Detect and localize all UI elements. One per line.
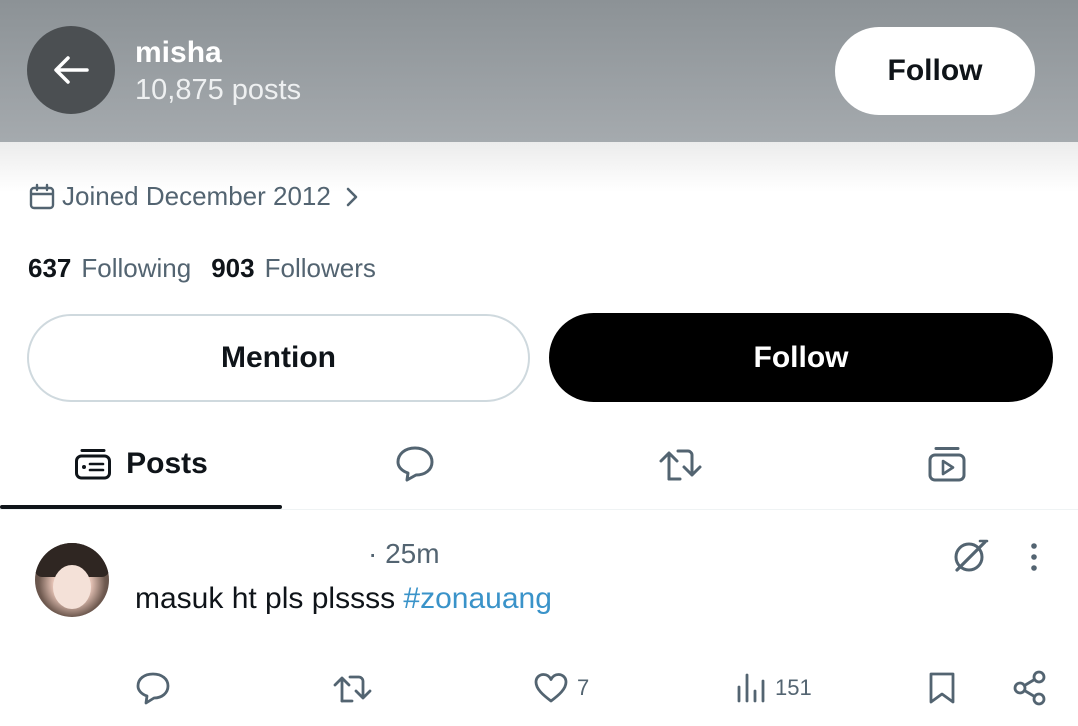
reply-icon [136,672,170,705]
chevron-right-icon [346,187,358,206]
reposts-icon [659,449,702,481]
posts-icon [75,449,112,480]
following-link[interactable]: 637 Following [28,253,191,284]
back-button[interactable] [27,26,115,114]
joined-date-row[interactable]: Joined December 2012 [28,181,361,212]
reply-button[interactable] [135,664,171,712]
followers-link[interactable]: 903 Followers [211,253,376,284]
profile-header: misha 10,875 posts Follow [0,0,1078,142]
active-tab-indicator [0,505,282,509]
views-icon [737,673,765,703]
tab-posts[interactable]: Posts [0,420,282,508]
more-options-icon[interactable] [1022,540,1046,574]
post-body: masuk ht pls plssss [135,582,404,615]
joined-date-text: Joined December 2012 [62,181,331,211]
followers-label: Followers [264,253,376,283]
bookmark-button[interactable] [925,664,959,712]
share-button[interactable] [1012,664,1048,712]
repost-button[interactable] [332,664,374,712]
post-actions: 7 151 [0,664,1078,714]
bookmark-icon [929,672,955,704]
header-username: misha [135,36,222,69]
post-avatar[interactable] [35,543,109,617]
views-button[interactable]: 151 [735,664,812,712]
following-label: Following [81,253,192,283]
tab-media[interactable] [902,420,992,508]
like-count: 7 [577,675,590,700]
follow-button[interactable]: Follow [549,313,1053,402]
post-text: masuk ht pls plssss #zonauang [135,582,552,616]
post-hashtag[interactable]: #zonauang [403,582,551,615]
heart-icon [534,673,568,703]
repost-icon [333,675,372,703]
profile-tabs: Posts [0,420,1078,510]
mention-button[interactable]: Mention [27,314,530,402]
header-posts-count: 10,875 posts [135,74,302,106]
calendar-icon [29,183,55,209]
like-button[interactable]: 7 [533,664,589,712]
tab-posts-label: Posts [126,447,208,480]
share-icon [1013,670,1046,706]
tab-reposts[interactable] [636,420,726,508]
media-icon [928,447,966,482]
replies-icon [396,446,434,482]
grok-icon[interactable] [950,536,990,576]
follow-stats: 637 Following 903 Followers [28,253,376,284]
followers-count: 903 [211,253,255,283]
post-timestamp[interactable]: · 25m [368,538,440,570]
arrow-left-icon [54,56,89,84]
tab-replies[interactable] [370,420,460,508]
following-count: 637 [28,253,72,283]
header-follow-button[interactable]: Follow [835,27,1035,115]
views-count: 151 [775,675,812,700]
